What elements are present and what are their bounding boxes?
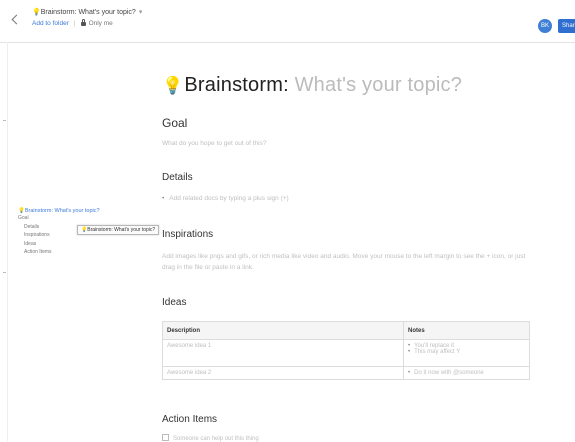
inspirations-paragraph[interactable]: Add images like pngs and gifs, or rich m…: [162, 251, 532, 273]
folder-row: Add to folder | Only me: [32, 19, 113, 27]
toc-item-ideas[interactable]: Ideas: [24, 240, 100, 249]
toc-item-action-items[interactable]: Action Items: [24, 248, 100, 257]
divider: |: [73, 20, 76, 27]
details-bullet[interactable]: Add related docs by typing a plus sign (…: [162, 195, 288, 202]
toc-item-goal[interactable]: Goal: [18, 214, 100, 223]
toc-title[interactable]: 💡Brainstorm: What's your topic?: [18, 208, 100, 214]
action-items-heading[interactable]: Action Items: [162, 414, 217, 425]
details-heading[interactable]: Details: [162, 172, 193, 183]
goal-heading[interactable]: Goal: [162, 116, 187, 130]
table-cell-description[interactable]: Awesome idea 1: [162, 339, 404, 367]
column-header-description[interactable]: Description: [162, 321, 404, 340]
toc-tooltip: 💡Brainstorm: What's your topic?: [77, 225, 160, 235]
note-bullet: This may affect Y: [408, 349, 525, 355]
tooltip-text: Brainstorm: What's your topic?: [87, 227, 156, 233]
share-button[interactable]: Share: [558, 19, 575, 33]
chevron-left-icon[interactable]: [11, 14, 22, 25]
add-to-folder-link[interactable]: Add to folder: [32, 20, 69, 27]
lock-icon: [80, 19, 86, 26]
goal-hint[interactable]: What do you hope to get out of this?: [162, 140, 266, 147]
action-item-text: Someone can help out this thing: [173, 436, 259, 442]
table-cell-notes[interactable]: Do it now with @someone: [403, 366, 530, 380]
avatar[interactable]: BK: [538, 19, 552, 33]
visibility-label[interactable]: Only me: [89, 20, 113, 27]
table-row: Awesome idea 2 Do it now with @someone: [162, 366, 530, 380]
page-title[interactable]: 💡Brainstorm: What's your topic?: [162, 74, 462, 97]
note-bullet: Do it now with @someone: [408, 370, 525, 376]
chevron-down-icon[interactable]: ▾: [139, 9, 143, 16]
doc-title-text: Brainstorm: What's your topic?: [40, 9, 136, 16]
inspirations-heading[interactable]: Inspirations: [162, 229, 213, 240]
column-header-notes[interactable]: Notes: [403, 321, 530, 340]
table-header-row: Description Notes: [162, 321, 530, 340]
ideas-table: Description Notes Awesome idea 1 You'll …: [162, 321, 530, 380]
table-cell-description[interactable]: Awesome idea 2: [162, 366, 404, 380]
ideas-heading[interactable]: Ideas: [162, 297, 186, 308]
page-title-placeholder: What's your topic?: [294, 74, 463, 96]
lightbulb-icon: 💡: [162, 76, 184, 95]
margin-tick: [3, 120, 6, 121]
table-cell-notes[interactable]: You'll replace it This may affect Y: [403, 339, 530, 367]
page-title-main: Brainstorm:: [184, 74, 289, 96]
doc-title[interactable]: 💡Brainstorm: What's your topic? ▾: [32, 8, 142, 16]
margin-tick: [3, 272, 6, 273]
left-margin: [0, 42, 8, 441]
lightbulb-icon: 💡: [32, 9, 41, 16]
toc-title-text: Brainstorm: What's your topic?: [24, 208, 100, 214]
checkbox[interactable]: [162, 434, 169, 441]
top-bar: 💡Brainstorm: What's your topic? ▾ Add to …: [0, 0, 575, 43]
table-row: Awesome idea 1 You'll replace it This ma…: [162, 339, 530, 367]
